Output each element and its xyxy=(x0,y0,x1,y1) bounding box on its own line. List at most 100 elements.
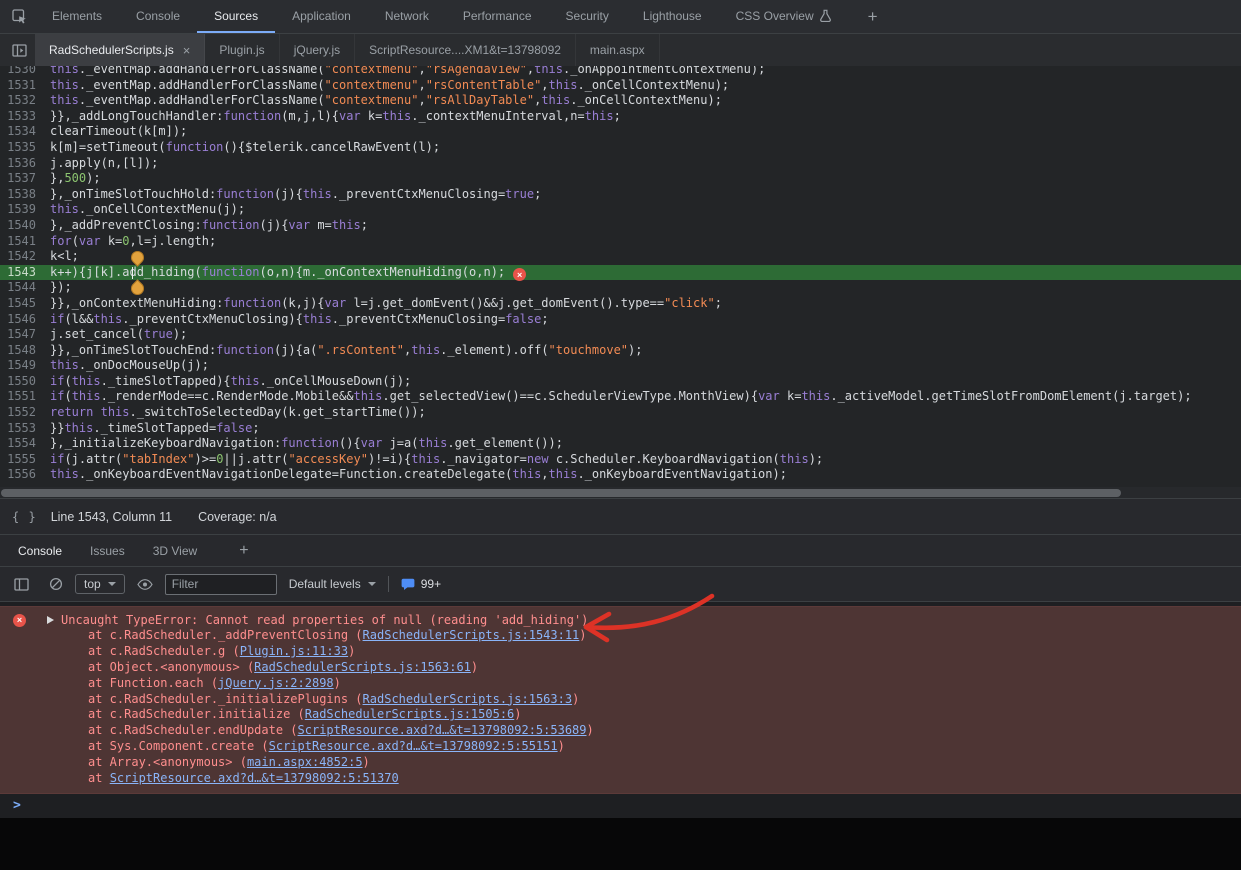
stack-frame-link[interactable]: main.aspx:4852:5 xyxy=(247,755,363,769)
line-number[interactable]: 1554 xyxy=(0,436,46,452)
stack-frame-link[interactable]: RadSchedulerScripts.js:1543:11 xyxy=(363,628,580,642)
file-tab-jquery-js[interactable]: jQuery.js xyxy=(280,34,355,66)
line-number[interactable]: 1542 xyxy=(0,249,46,265)
issues-counter[interactable]: 99+ xyxy=(401,577,441,591)
line-number[interactable]: 1531 xyxy=(0,78,46,94)
code-line[interactable]: 1540},_addPreventClosing:function(j){var… xyxy=(0,218,1241,234)
code-line[interactable]: 1531this._eventMap.addHandlerForClassNam… xyxy=(0,78,1241,94)
stack-frame-link[interactable]: RadSchedulerScripts.js:1563:61 xyxy=(254,660,471,674)
stack-frame-link[interactable]: ScriptResource.axd?d…&t=13798092:5:53689 xyxy=(298,723,587,737)
file-tab-main-aspx[interactable]: main.aspx xyxy=(576,34,660,66)
line-number[interactable]: 1540 xyxy=(0,218,46,234)
tab-console[interactable]: Console xyxy=(119,0,197,33)
add-tool-button[interactable]: + xyxy=(868,7,878,27)
code-line[interactable]: 1537},500); xyxy=(0,171,1241,187)
log-levels-dropdown[interactable]: Default levels xyxy=(289,577,376,591)
file-tab-radschedulerscripts-js[interactable]: RadSchedulerScripts.js× xyxy=(35,34,205,66)
code-line[interactable]: 1550if(this._timeSlotTapped){this._onCel… xyxy=(0,374,1241,390)
drawer-tab-console[interactable]: Console xyxy=(4,535,76,566)
line-number[interactable]: 1532 xyxy=(0,93,46,109)
stack-frame-link[interactable]: Plugin.js:11:33 xyxy=(240,644,348,658)
tab-network[interactable]: Network xyxy=(368,0,446,33)
tab-css-overview[interactable]: CSS Overview xyxy=(719,0,848,33)
line-number[interactable]: 1537 xyxy=(0,171,46,187)
line-number[interactable]: 1548 xyxy=(0,343,46,359)
line-number[interactable]: 1533 xyxy=(0,109,46,125)
close-tab-icon[interactable]: × xyxy=(183,43,191,58)
pretty-print-button[interactable]: { } xyxy=(12,510,37,524)
line-number[interactable]: 1541 xyxy=(0,234,46,250)
scrollbar-thumb[interactable] xyxy=(1,489,1121,497)
tab-lighthouse[interactable]: Lighthouse xyxy=(626,0,719,33)
line-number[interactable]: 1549 xyxy=(0,358,46,374)
code-line[interactable]: 1553}}this._timeSlotTapped=false; xyxy=(0,421,1241,437)
more-drawer-tabs-button[interactable]: + xyxy=(239,542,248,560)
file-tab-scriptresource-xm1-t-13798092[interactable]: ScriptResource....XM1&t=13798092 xyxy=(355,34,576,66)
code-line[interactable]: 1533}},_addLongTouchHandler:function(m,j… xyxy=(0,109,1241,125)
code-line[interactable]: 1552return this._switchToSelectedDay(k.g… xyxy=(0,405,1241,421)
line-number[interactable]: 1552 xyxy=(0,405,46,421)
file-tab-plugin-js[interactable]: Plugin.js xyxy=(205,34,279,66)
code-line[interactable]: 1538},_onTimeSlotTouchHold:function(j){t… xyxy=(0,187,1241,203)
error-message-row: × Uncaught TypeError: Cannot read proper… xyxy=(0,612,1241,628)
code-line[interactable]: 1554},_initializeKeyboardNavigation:func… xyxy=(0,436,1241,452)
live-expression-eye-icon[interactable] xyxy=(137,579,153,590)
line-number[interactable]: 1553 xyxy=(0,421,46,437)
code-line[interactable]: 1541for(var k=0,l=j.length; xyxy=(0,234,1241,250)
code-line[interactable]: 1555if(j.attr("tabIndex")>=0||j.attr("ac… xyxy=(0,452,1241,468)
context-selector[interactable]: top xyxy=(75,574,125,594)
stack-frame-link[interactable]: RadSchedulerScripts.js:1505:6 xyxy=(305,707,515,721)
code-line[interactable]: 1551if(this._renderMode==c.RenderMode.Mo… xyxy=(0,389,1241,405)
drawer-tab-issues[interactable]: Issues xyxy=(76,535,139,566)
line-number[interactable]: 1545 xyxy=(0,296,46,312)
stack-frame-link[interactable]: ScriptResource.axd?d…&t=13798092:5:51370 xyxy=(110,771,399,785)
console-toolbar: top Default levels 99+ xyxy=(0,566,1241,602)
line-number[interactable]: 1547 xyxy=(0,327,46,343)
tab-security[interactable]: Security xyxy=(549,0,626,33)
code-line[interactable]: 1546if(l&&this._preventCtxMenuClosing){t… xyxy=(0,312,1241,328)
code-line[interactable]: 1545}},_onContextMenuHiding:function(k,j… xyxy=(0,296,1241,312)
line-number[interactable]: 1543 xyxy=(0,265,46,281)
line-number[interactable]: 1556 xyxy=(0,467,46,483)
console-sidebar-icon[interactable] xyxy=(14,577,29,592)
tab-performance[interactable]: Performance xyxy=(446,0,549,33)
line-number[interactable]: 1535 xyxy=(0,140,46,156)
line-number[interactable]: 1550 xyxy=(0,374,46,390)
code-line[interactable]: 1543k++){j[k].add_hiding(function(o,n){m… xyxy=(0,265,1241,281)
code-line[interactable]: 1547j.set_cancel(true); xyxy=(0,327,1241,343)
clear-console-icon[interactable] xyxy=(49,577,63,591)
inspect-icon[interactable] xyxy=(12,9,27,24)
stack-frame-link[interactable]: ScriptResource.axd?d…&t=13798092:5:55151 xyxy=(269,739,558,753)
code-line[interactable]: 1544}); xyxy=(0,280,1241,296)
line-number[interactable]: 1544 xyxy=(0,280,46,296)
tab-application[interactable]: Application xyxy=(275,0,368,33)
line-number[interactable]: 1538 xyxy=(0,187,46,203)
expand-triangle-icon[interactable] xyxy=(47,616,54,624)
code-line[interactable]: 1539this._onCellContextMenu(j); xyxy=(0,202,1241,218)
line-number[interactable]: 1536 xyxy=(0,156,46,172)
console-filter-input[interactable] xyxy=(165,574,277,595)
stack-frame-link[interactable]: RadSchedulerScripts.js:1563:3 xyxy=(363,692,573,706)
line-number[interactable]: 1551 xyxy=(0,389,46,405)
code-line[interactable]: 1534clearTimeout(k[m]); xyxy=(0,124,1241,140)
line-number[interactable]: 1530 xyxy=(0,66,46,78)
line-number[interactable]: 1546 xyxy=(0,312,46,328)
tab-elements[interactable]: Elements xyxy=(35,0,119,33)
code-line[interactable]: 1535k[m]=setTimeout(function(){$telerik.… xyxy=(0,140,1241,156)
stack-frame-link[interactable]: jQuery.js:2:2898 xyxy=(218,676,334,690)
code-line[interactable]: 1556this._onKeyboardEventNavigationDeleg… xyxy=(0,467,1241,483)
code-line[interactable]: 1536j.apply(n,[l]); xyxy=(0,156,1241,172)
line-number[interactable]: 1555 xyxy=(0,452,46,468)
horizontal-scrollbar[interactable] xyxy=(0,487,1241,498)
line-number[interactable]: 1539 xyxy=(0,202,46,218)
code-line[interactable]: 1530this._eventMap.addHandlerForClassNam… xyxy=(0,66,1241,78)
console-input[interactable] xyxy=(21,794,1241,818)
toggle-navigator-icon[interactable] xyxy=(12,34,27,66)
code-line[interactable]: 1548}},_onTimeSlotTouchEnd:function(j){a… xyxy=(0,343,1241,359)
code-line[interactable]: 1549this._onDocMouseUp(j); xyxy=(0,358,1241,374)
tab-sources[interactable]: Sources xyxy=(197,0,275,33)
line-number[interactable]: 1534 xyxy=(0,124,46,140)
code-line[interactable]: 1532this._eventMap.addHandlerForClassNam… xyxy=(0,93,1241,109)
code-line[interactable]: 1542k<l; xyxy=(0,249,1241,265)
drawer-tab-3d-view[interactable]: 3D View xyxy=(139,535,211,566)
